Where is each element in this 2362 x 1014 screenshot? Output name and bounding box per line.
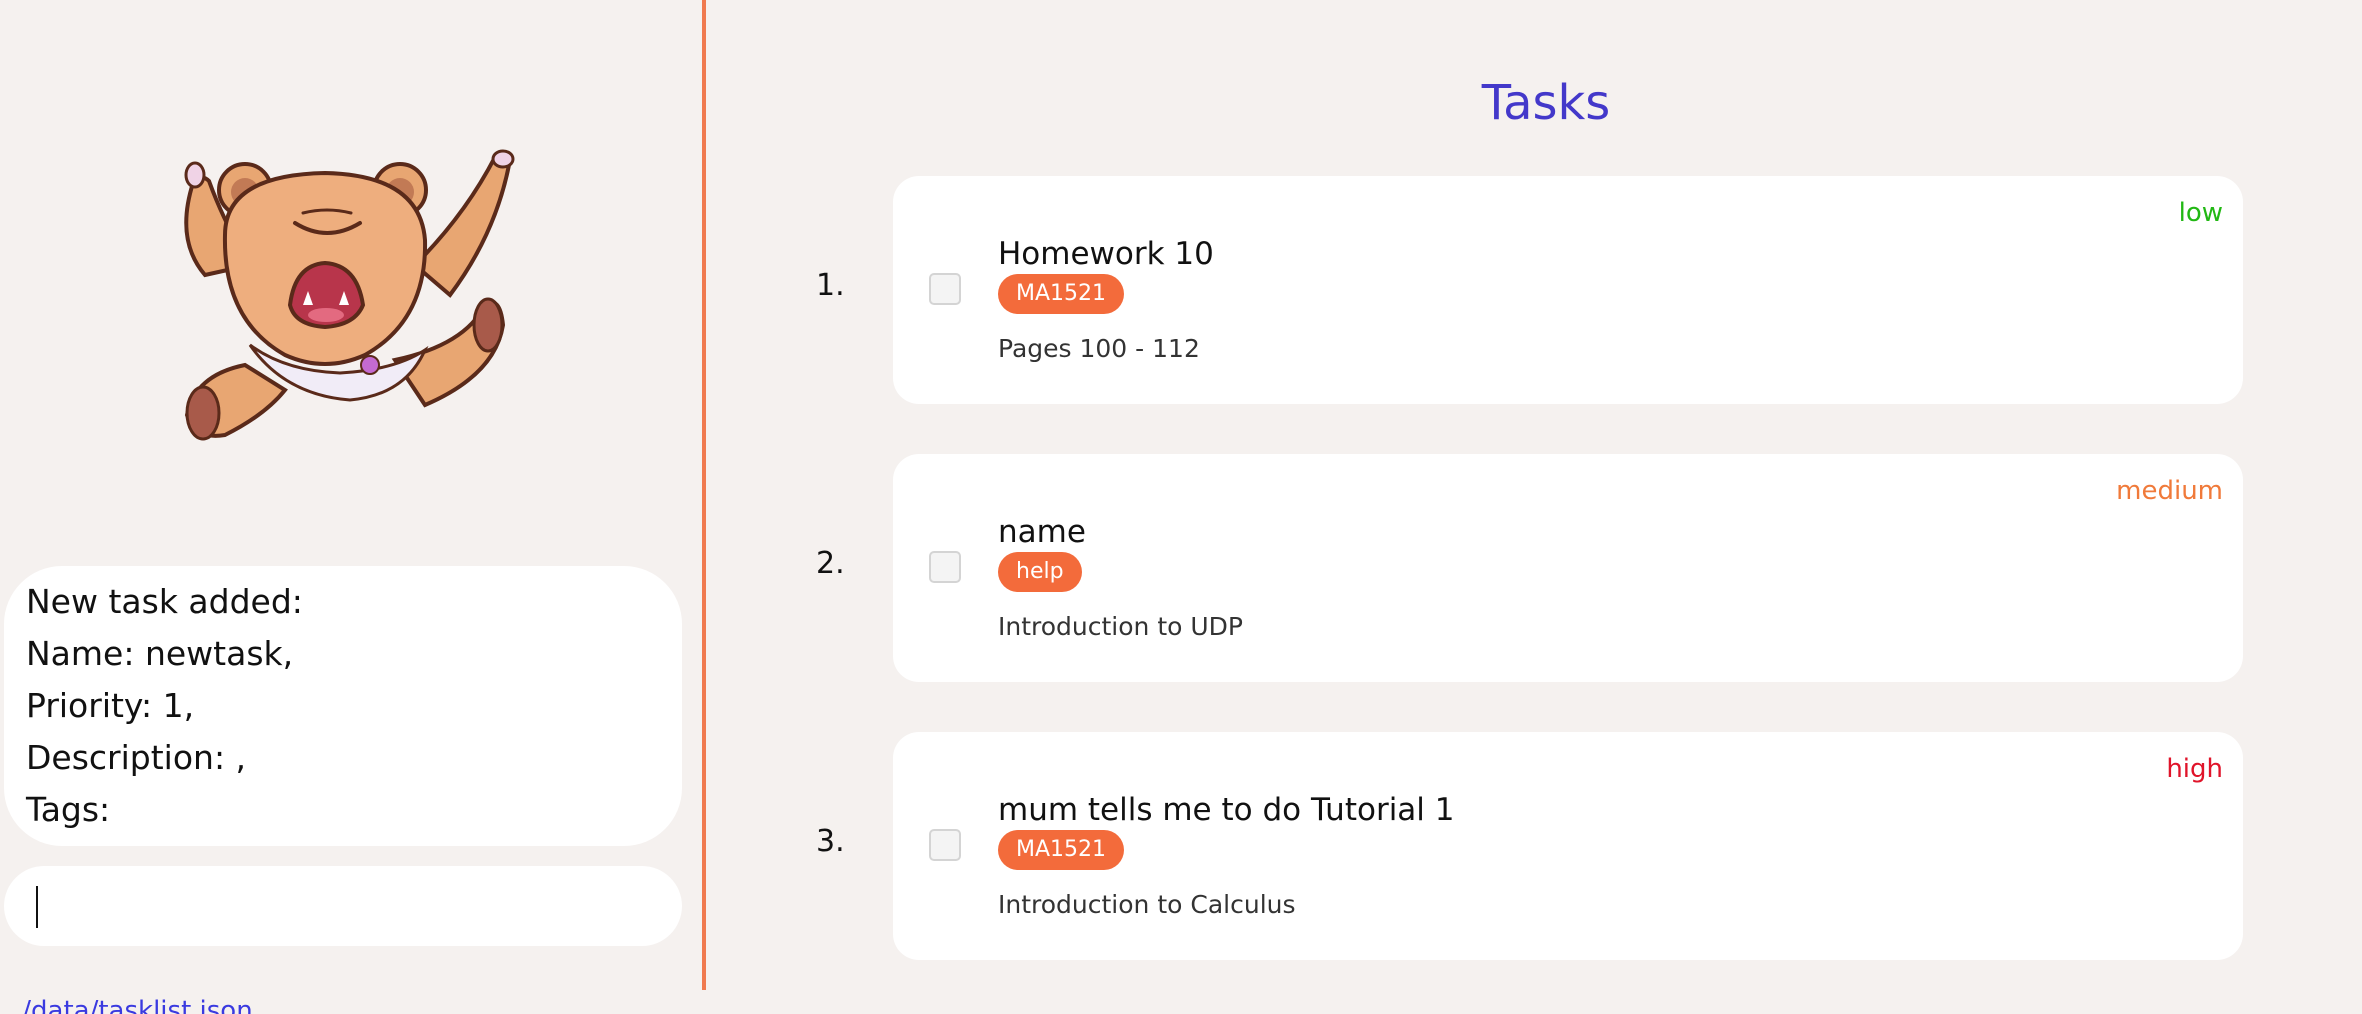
task-card[interactable]: low Homework 10 MA1521 Pages 100 - 112 [893, 176, 2243, 404]
app-window: New task added: Name: newtask, Priority:… [0, 0, 2362, 1014]
task-description: Pages 100 - 112 [998, 334, 1200, 363]
bear-mascot-icon [184, 149, 515, 441]
task-checkbox[interactable] [929, 829, 961, 861]
task-list-panel: Tasks 1. low Homework 10 MA1521 Pages 10… [706, 0, 2362, 1014]
result-line: Name: newtask, [26, 634, 294, 673]
task-name: mum tells me to do Tutorial 1 [998, 792, 1455, 828]
tag-badge: MA1521 [998, 830, 1125, 870]
task-description: Introduction to UDP [998, 612, 1244, 641]
task-name: Homework 10 [998, 236, 1214, 272]
priority-label: low [2178, 198, 2223, 228]
task-checkbox[interactable] [929, 273, 961, 305]
tag-badge: help [998, 552, 1082, 592]
task-row: 3. high mum tells me to do Tutorial 1 MA… [706, 732, 2246, 960]
task-index: 1. [816, 268, 845, 303]
command-input[interactable] [30, 880, 654, 932]
page-title: Tasks [1481, 75, 1611, 131]
result-line: Description: , [26, 738, 247, 777]
priority-label: medium [2116, 476, 2223, 506]
task-index: 2. [816, 546, 845, 581]
task-name: name [998, 514, 1086, 550]
left-panel: New task added: Name: newtask, Priority:… [0, 0, 702, 1014]
task-row: 2. medium name help Introduction to UDP [706, 454, 2246, 682]
status-bar-path: ./data/tasklist.json [14, 996, 253, 1014]
priority-label: high [2166, 754, 2223, 784]
task-index: 3. [816, 824, 845, 859]
text-caret [36, 886, 38, 928]
task-checkbox[interactable] [929, 551, 961, 583]
tag-badge: MA1521 [998, 274, 1125, 314]
task-description: Introduction to Calculus [998, 890, 1296, 919]
task-card[interactable]: high mum tells me to do Tutorial 1 MA152… [893, 732, 2243, 960]
result-line: New task added: [26, 582, 303, 621]
result-line: Tags: [26, 790, 111, 829]
result-display: New task added: Name: newtask, Priority:… [4, 566, 682, 846]
command-box[interactable] [4, 866, 682, 946]
result-line: Priority: 1, [26, 686, 195, 725]
task-card[interactable]: medium name help Introduction to UDP [893, 454, 2243, 682]
task-row: 1. low Homework 10 MA1521 Pages 100 - 11… [706, 176, 2246, 404]
